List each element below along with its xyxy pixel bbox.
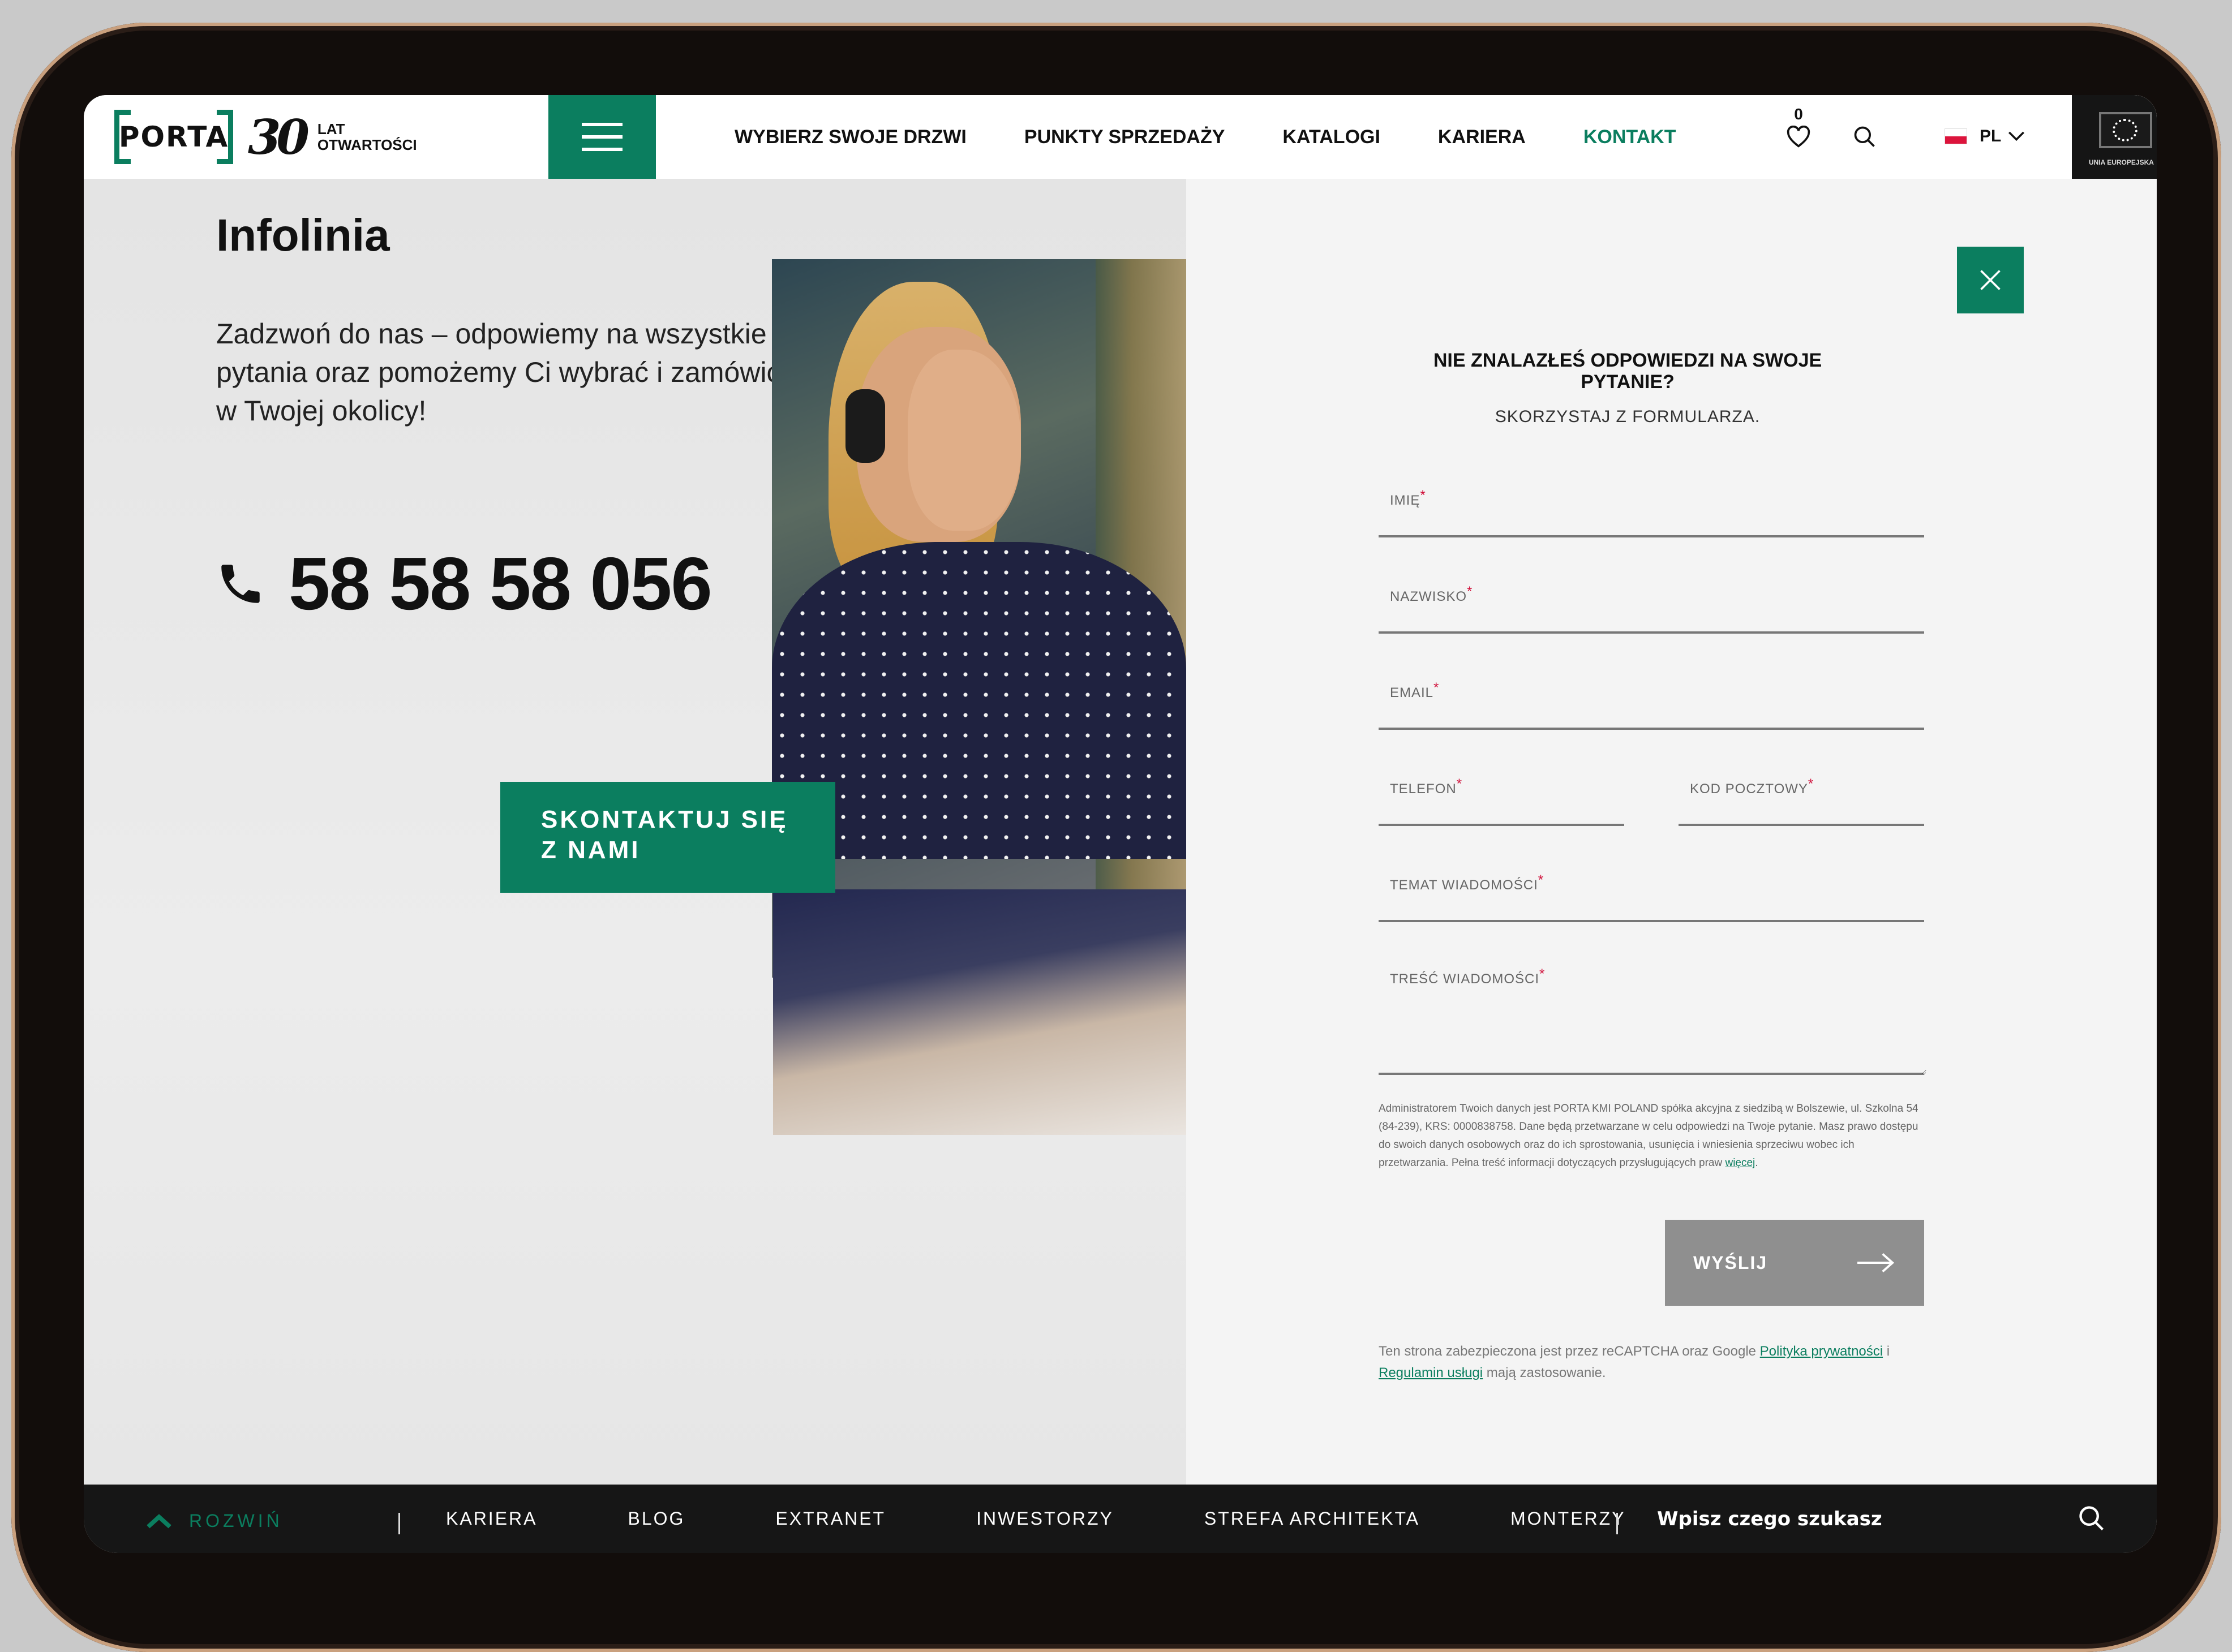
first-name-field[interactable]: IMIĘ* [1379,456,1926,537]
divider [1616,1513,1618,1534]
form-heading: NIE ZNALAZŁEŚ ODPOWIEDZI NA SWOJE PYTANI… [1433,350,1822,393]
phone-icon [221,564,260,603]
subject-input[interactable] [1379,841,1926,921]
close-icon [1980,270,2001,290]
phone-input[interactable] [1379,745,1626,825]
message-field[interactable]: TREŚĆ WIADOMOŚCI* [1379,937,1926,1075]
last-name-field[interactable]: NAZWISKO* [1379,552,1926,634]
menu-button[interactable] [548,95,656,179]
arrow-right-icon [1857,1253,1895,1273]
recaptcha-notice: Ten strona zabezpieczona jest przez reCA… [1379,1344,1890,1380]
footer-link-kariera[interactable]: KARIERA [446,1508,537,1529]
expand-label: ROZWIŃ [189,1511,283,1531]
footer-search-button[interactable] [2077,1504,2106,1536]
footer-links: KARIERA BLOG EXTRANET INWESTORZY STREFA … [446,1485,1716,1553]
language-selector[interactable]: PL [1945,127,2026,146]
main-nav: WYBIERZ SWOJE DRZWI PUNKTY SPRZEDAŻY KAT… [735,95,1734,179]
privacy-policy-link[interactable]: Polityka prywatności [1760,1344,1883,1359]
favorites-count: 0 [1794,105,1803,123]
phone-number: 58 58 58 056 [289,542,712,625]
site-header: PORTA 30 LAT OTWARTOŚCI WYBIERZ SWOJE DR… [84,95,2157,179]
nav-item-punkty-sprzedazy[interactable]: PUNKTY SPRZEDAŻY [1024,126,1225,148]
eu-flag-icon [2099,112,2152,148]
search-icon [2079,1506,2104,1531]
nav-item-kariera[interactable]: KARIERA [1438,126,1526,148]
email-field[interactable]: EMAIL* [1379,648,1926,730]
contact-us-label: SKONTAKTUJ SIĘ Z NAMI [541,806,788,864]
heart-icon [1787,125,1810,148]
email-input[interactable] [1379,648,1926,729]
footer-link-strefa-architekta[interactable]: STREFA ARCHITEKTA [1204,1508,1420,1529]
phone-number-block[interactable]: 58 58 58 056 [215,541,712,626]
footer-search-input[interactable] [1656,1502,2111,1537]
favorites-button[interactable]: 0 [1782,105,1815,151]
divider [398,1513,400,1534]
hamburger-icon [582,123,623,151]
footer-link-monterzy[interactable]: MONTERZY [1510,1508,1626,1529]
subject-field[interactable]: TEMAT WIADOMOŚCI* [1379,841,1926,922]
anniversary-badge: 30 LAT OTWARTOŚCI [248,109,417,165]
contact-us-button[interactable]: SKONTAKTUJ SIĘ Z NAMI [500,782,835,893]
anniversary-text: LAT OTWARTOŚCI [317,121,417,153]
bottom-bar: ROZWIŃ KARIERA BLOG EXTRANET INWESTORZY … [84,1485,2157,1553]
infoline-intro: Zadzwoń do nas – odpowiemy na wszystkie … [216,318,855,427]
poland-flag-icon [1945,128,1967,144]
header-search-button[interactable] [1852,124,1877,152]
infoline-title: Infolinia [216,210,390,260]
postal-code-field[interactable]: KOD POCZTOWY* [1679,745,1926,826]
gdpr-consent-text: Administratorem Twoich danych jest PORTA… [1379,1103,1918,1169]
first-name-input[interactable] [1379,456,1926,536]
message-input[interactable] [1379,937,1926,1075]
send-label: WYŚLIJ [1693,1252,1768,1273]
eu-label: UNIA EUROPEJSKA [2089,158,2154,166]
browser-viewport: PORTA 30 LAT OTWARTOŚCI WYBIERZ SWOJE DR… [84,95,2157,1553]
language-label: PL [1980,127,2002,145]
more-info-link[interactable]: więcej [1725,1157,1755,1169]
nav-item-kontakt[interactable]: KONTAKT [1583,126,1676,148]
logo-text: PORTA [118,121,229,153]
close-button[interactable] [1957,247,2024,313]
search-icon [1854,126,1875,147]
postal-code-input[interactable] [1679,745,1926,825]
last-name-input[interactable] [1379,552,1926,633]
footer-link-extranet[interactable]: EXTRANET [775,1508,886,1529]
nav-item-katalogi[interactable]: KATALOGI [1282,126,1380,148]
call-center-photo-lower [773,889,1186,1135]
porta-logo[interactable]: PORTA [114,110,233,164]
chevron-up-icon [147,1513,171,1528]
contact-form-panel: NIE ZNALAZŁEŚ ODPOWIEDZI NA SWOJE PYTANI… [1186,179,2157,1485]
anniversary-number: 30 [248,109,310,165]
footer-link-inwestorzy[interactable]: INWESTORZY [976,1508,1114,1529]
eu-badge[interactable]: UNIA EUROPEJSKA [2072,95,2157,179]
anniversary-line1: LAT [317,121,345,137]
send-button[interactable]: WYŚLIJ [1665,1220,1924,1306]
chevron-down-icon [2008,131,2025,141]
form-subheading: SKORZYSTAJ Z FORMULARZA. [1495,407,1761,426]
terms-of-service-link[interactable]: Regulamin usługi [1379,1365,1483,1380]
footer-link-blog[interactable]: BLOG [628,1508,685,1529]
nav-item-wybierz-swoje-drzwi[interactable]: WYBIERZ SWOJE DRZWI [735,126,967,148]
expand-button[interactable]: ROZWIŃ [146,1511,283,1531]
infoline-section: Infolinia Zadzwoń do nas – odpowiemy na … [84,179,1186,1485]
anniversary-line2: OTWARTOŚCI [317,136,417,153]
phone-field[interactable]: TELEFON* [1379,745,1626,826]
